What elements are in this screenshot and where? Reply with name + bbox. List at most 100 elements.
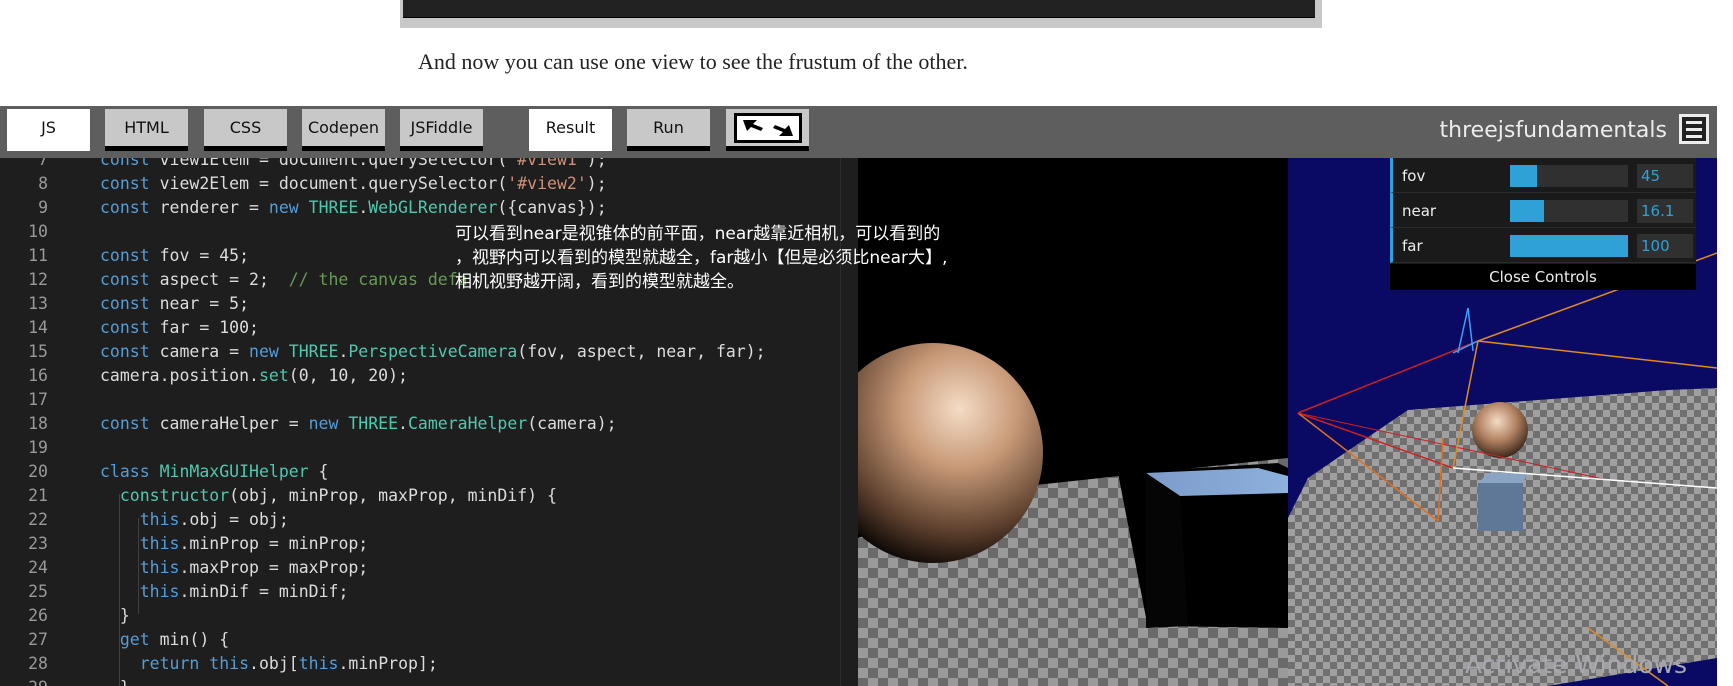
code-token: (fov, aspect, near, far);: [517, 342, 766, 361]
code-token: min() {: [159, 630, 230, 649]
code-text: this.minProp = minProp;: [100, 532, 369, 556]
code-token: const: [100, 414, 160, 433]
line-number: 21: [28, 486, 48, 505]
annotation-overlay: 可以看到near是视锥体的前平面，near越靠近相机，可以看到的 ，视野内可以看…: [455, 224, 948, 292]
tab-html[interactable]: HTML: [105, 109, 188, 151]
code-token: aspect = 2;: [159, 270, 289, 289]
line-number: 27: [28, 630, 48, 649]
code-line[interactable]: 16 camera.position.set(0, 10, 20);: [0, 364, 858, 388]
code-line[interactable]: 21 constructor(obj, minProp, maxProp, mi…: [0, 484, 858, 508]
code-token: new: [249, 342, 289, 361]
line-number: 11: [28, 246, 48, 265]
code-text: class MinMaxGUIHelper {: [100, 460, 329, 484]
code-token: const: [100, 270, 160, 289]
code-token: ({canvas});: [497, 198, 607, 217]
brand-name[interactable]: threejsfundamentals: [1440, 116, 1667, 146]
tab-codepen[interactable]: Codepen: [302, 109, 385, 151]
code-text: const near = 5;: [100, 292, 249, 316]
code-text: const far = 100;: [100, 316, 259, 340]
code-token: const: [100, 158, 160, 169]
fov-slider[interactable]: [1510, 165, 1628, 187]
code-token: renderer =: [159, 198, 269, 217]
code-line[interactable]: 17: [0, 388, 858, 412]
code-line[interactable]: 20 class MinMaxGUIHelper {: [0, 460, 858, 484]
code-token: WebGLRenderer: [368, 198, 498, 217]
code-token: .minProp = minProp;: [179, 534, 369, 553]
code-token: get: [119, 630, 160, 649]
tab-jsfiddle[interactable]: JSFiddle: [400, 109, 483, 151]
code-token: fov = 45;: [159, 246, 250, 265]
code-text: this.maxProp = maxProp;: [100, 556, 369, 580]
previous-example-frame: [400, 0, 1322, 28]
gui-control-far: far 100: [1390, 228, 1696, 263]
code-line[interactable]: 22 this.obj = obj;: [0, 508, 858, 532]
previous-example-canvas: [403, 0, 1315, 18]
result-button[interactable]: Result: [529, 109, 612, 151]
line-number: 29: [0, 676, 48, 686]
line-number: 14: [28, 318, 48, 337]
code-text: constructor(obj, minProp, maxProp, minDi…: [100, 484, 557, 508]
code-text: this.obj = obj;: [100, 508, 289, 532]
code-token: CameraHelper: [407, 414, 528, 433]
example-toolbar: JS HTML CSS Codepen JSFiddle Result Run …: [0, 106, 1717, 158]
code-token: .minDif = minDif;: [179, 582, 349, 601]
menu-icon[interactable]: [1679, 114, 1709, 144]
code-line[interactable]: 18 const cameraHelper = new THREE.CameraH…: [0, 412, 858, 436]
code-token: .: [358, 198, 369, 217]
line-number: 26: [28, 606, 48, 625]
code-text: get min() {: [100, 628, 229, 652]
code-token: this: [139, 582, 180, 601]
code-line[interactable]: 15 const camera = new THREE.PerspectiveCa…: [0, 340, 858, 364]
expand-arrows-icon: [733, 112, 802, 143]
near-input[interactable]: 16.1: [1637, 199, 1693, 223]
code-text: }: [100, 676, 130, 686]
code-line[interactable]: 8 const view2Elem = document.querySelecto…: [0, 172, 858, 196]
fov-input[interactable]: 45: [1637, 164, 1693, 188]
code-line[interactable]: 24 this.maxProp = maxProp;: [0, 556, 858, 580]
line-number: 20: [28, 462, 48, 481]
fullscreen-button[interactable]: [726, 109, 809, 151]
tab-css[interactable]: CSS: [204, 109, 287, 151]
near-slider[interactable]: [1510, 200, 1628, 222]
code-line[interactable]: 28 return this.obj[this.minProp];: [0, 652, 858, 676]
line-number: 17: [28, 390, 48, 409]
tab-js[interactable]: JS: [7, 109, 90, 151]
far-input[interactable]: 100: [1637, 234, 1693, 258]
line-number: 19: [28, 438, 48, 457]
gui-label: near: [1402, 202, 1437, 220]
gui-label: fov: [1402, 167, 1426, 185]
close-controls-button[interactable]: Close Controls: [1390, 264, 1696, 290]
code-line[interactable]: 29 }: [0, 676, 858, 686]
code-token: new: [308, 414, 349, 433]
code-token: this: [209, 654, 250, 673]
run-button[interactable]: Run: [627, 109, 710, 151]
far-slider[interactable]: [1510, 235, 1628, 257]
article-paragraph: And now you can use one view to see the …: [418, 49, 968, 74]
code-line[interactable]: 23 this.minProp = minProp;: [0, 532, 858, 556]
code-token: const: [100, 294, 160, 313]
code-token: const: [100, 246, 160, 265]
code-token: this: [298, 654, 339, 673]
code-line[interactable]: 25 this.minDif = minDif;: [0, 580, 858, 604]
code-token: );: [586, 174, 607, 193]
code-line[interactable]: 9 const renderer = new THREE.WebGLRendere…: [0, 196, 858, 220]
code-line[interactable]: 14 const far = 100;: [0, 316, 858, 340]
gui-control-near: near 16.1: [1390, 193, 1696, 228]
code-line[interactable]: 26 }: [0, 604, 858, 628]
code-token: (0, 10, 20);: [288, 366, 408, 385]
code-text: const fov = 45;: [100, 244, 249, 268]
code-token: .obj = obj;: [179, 510, 289, 529]
code-token: THREE: [348, 414, 399, 433]
code-text: const view2Elem = document.querySelector…: [100, 172, 607, 196]
code-token: MinMaxGUIHelper: [159, 462, 309, 481]
slider-fill: [1510, 165, 1538, 187]
code-token: .minProp];: [338, 654, 438, 673]
code-line[interactable]: 7 const view1Elem = document.querySelecto…: [0, 158, 858, 172]
code-line[interactable]: 19: [0, 436, 858, 460]
line-number: 15: [28, 342, 48, 361]
code-token: }: [100, 678, 130, 686]
code-line[interactable]: 13 const near = 5;: [0, 292, 858, 316]
code-line[interactable]: 27 get min() {: [0, 628, 858, 652]
